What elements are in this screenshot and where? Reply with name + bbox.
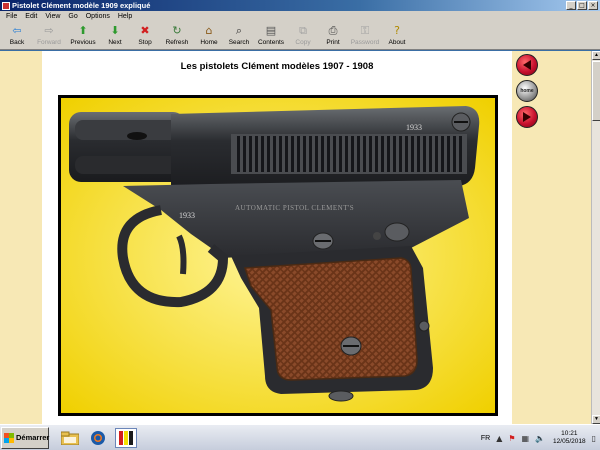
password-key-icon: ⚿ bbox=[360, 24, 370, 37]
toolbar-label: Previous bbox=[70, 39, 96, 46]
vertical-scrollbar[interactable]: ▲ ▼ bbox=[591, 51, 600, 424]
home-icon: ⌂ bbox=[205, 24, 213, 37]
contents-icon: ▤ bbox=[265, 24, 277, 37]
stop-button[interactable]: ✖ Stop bbox=[130, 22, 160, 50]
clock-date: 12/05/2018 bbox=[553, 438, 586, 445]
pistol-photo: 1933 AUTOMATIC PISTOL CLEMENT'S 1933 bbox=[58, 95, 498, 416]
slide-inscription: AUTOMATIC PISTOL CLEMENT'S bbox=[235, 204, 354, 212]
start-label: Démarrer bbox=[16, 433, 50, 442]
toolbar-label: About bbox=[388, 39, 406, 46]
contents-button[interactable]: ▤ Contents bbox=[254, 22, 288, 50]
close-button[interactable]: × bbox=[588, 1, 598, 10]
toolbar-label: Back bbox=[9, 39, 25, 46]
print-icon: ⎙ bbox=[328, 24, 338, 37]
toolbar-label: Forward bbox=[37, 39, 61, 46]
home-page-button[interactable]: home bbox=[516, 80, 538, 102]
stop-icon: ✖ bbox=[140, 24, 150, 37]
menu-file[interactable]: File bbox=[2, 13, 21, 20]
title-bar: Pistolet Clément modèle 1909 expliqué _ … bbox=[0, 0, 600, 11]
copy-button: ⧉ Copy bbox=[288, 22, 318, 50]
previous-page-button[interactable] bbox=[516, 54, 538, 76]
toolbar-label: Copy bbox=[295, 39, 311, 46]
next-page-button[interactable] bbox=[516, 106, 538, 128]
tray-expand-icon[interactable]: ▲ bbox=[496, 434, 502, 443]
clock[interactable]: 10:21 12/05/2018 bbox=[553, 430, 586, 446]
about-icon: ? bbox=[394, 24, 400, 37]
toolbar: ⇦ Back ⇨ Forward ⬆ Previous ⬇ Next ✖ Stop ↻ Refresh… bbox=[0, 22, 600, 50]
menu-view[interactable]: View bbox=[41, 13, 64, 20]
toolbar-label: Next bbox=[108, 39, 122, 46]
search-icon: ⌕ bbox=[235, 24, 243, 37]
browser-icon[interactable] bbox=[87, 428, 109, 448]
folder-icon[interactable] bbox=[59, 428, 81, 448]
toolbar-label: Stop bbox=[138, 39, 152, 46]
page-body: Les pistolets Clément modèles 1907 - 190… bbox=[42, 51, 512, 424]
forward-button: ⇨ Forward bbox=[32, 22, 66, 50]
content-area: Les pistolets Clément modèles 1907 - 190… bbox=[0, 51, 600, 424]
slide-serial: 1933 bbox=[406, 123, 422, 132]
toolbar-label: Refresh bbox=[165, 39, 189, 46]
toolbar-label: Contents bbox=[257, 39, 285, 46]
toolbar-label: Password bbox=[350, 39, 380, 46]
menu-bar: File Edit View Go Options Help bbox=[0, 11, 600, 22]
next-page-icon bbox=[523, 112, 531, 122]
search-button[interactable]: ⌕ Search bbox=[224, 22, 254, 50]
refresh-button[interactable]: ↻ Refresh bbox=[160, 22, 194, 50]
toolbar-label: Print bbox=[326, 39, 340, 46]
forward-arrow-icon: ⇨ bbox=[44, 24, 54, 37]
help-viewer-taskbar-button[interactable] bbox=[115, 427, 137, 448]
maximize-button[interactable]: □ bbox=[577, 1, 587, 10]
menu-edit[interactable]: Edit bbox=[21, 13, 41, 20]
minimize-button[interactable]: _ bbox=[566, 1, 576, 10]
scroll-down-button[interactable]: ▼ bbox=[592, 415, 600, 424]
next-arrow-icon: ⬇ bbox=[110, 24, 120, 37]
windows-logo-icon bbox=[4, 432, 14, 443]
page-title: Les pistolets Clément modèles 1907 - 190… bbox=[180, 61, 374, 72]
show-desktop-icon[interactable]: ▯ bbox=[592, 434, 596, 443]
frame-serial: 1933 bbox=[179, 211, 195, 220]
next-button[interactable]: ⬇ Next bbox=[100, 22, 130, 50]
language-indicator[interactable]: FR bbox=[481, 435, 490, 442]
scroll-thumb[interactable] bbox=[592, 61, 600, 121]
menu-go[interactable]: Go bbox=[64, 13, 81, 20]
menu-help[interactable]: Help bbox=[114, 13, 136, 20]
menu-options[interactable]: Options bbox=[82, 13, 114, 20]
start-button[interactable]: Démarrer bbox=[1, 426, 50, 449]
toolbar-label: Search bbox=[228, 39, 250, 46]
about-button[interactable]: ? About bbox=[382, 22, 412, 50]
network-icon[interactable]: ▦ bbox=[522, 434, 530, 443]
previous-page-icon bbox=[523, 60, 531, 70]
window-title: Pistolet Clément modèle 1909 expliqué bbox=[12, 1, 151, 10]
scroll-up-button[interactable]: ▲ bbox=[592, 51, 600, 60]
page-navigation: home bbox=[516, 54, 538, 128]
toolbar-label: Home bbox=[200, 39, 218, 46]
previous-arrow-icon: ⬆ bbox=[78, 24, 88, 37]
app-icon bbox=[2, 1, 10, 10]
flag-icon[interactable]: ⚑ bbox=[508, 434, 515, 443]
system-tray: FR ▲ ⚑ ▦ 🔈 10:21 12/05/2018 ▯ bbox=[481, 425, 596, 450]
clock-time: 10:21 bbox=[561, 430, 578, 437]
pistol-image: 1933 AUTOMATIC PISTOL CLEMENT'S 1933 bbox=[61, 98, 495, 413]
quick-launch bbox=[59, 427, 137, 448]
copy-icon: ⧉ bbox=[299, 24, 307, 37]
taskbar: Démarrer FR ▲ ⚑ ▦ 🔈 10:21 12/05/2018 ▯ bbox=[0, 424, 600, 450]
home-label: home bbox=[520, 88, 534, 94]
refresh-icon: ↻ bbox=[172, 24, 182, 37]
back-button[interactable]: ⇦ Back bbox=[2, 22, 32, 50]
window-controls: _ □ × bbox=[566, 1, 598, 10]
password-button: ⚿ Password bbox=[348, 22, 382, 50]
home-button[interactable]: ⌂ Home bbox=[194, 22, 224, 50]
print-button[interactable]: ⎙ Print bbox=[318, 22, 348, 50]
back-arrow-icon: ⇦ bbox=[12, 24, 22, 37]
volume-icon[interactable]: 🔈 bbox=[535, 434, 545, 443]
previous-button[interactable]: ⬆ Previous bbox=[66, 22, 100, 50]
